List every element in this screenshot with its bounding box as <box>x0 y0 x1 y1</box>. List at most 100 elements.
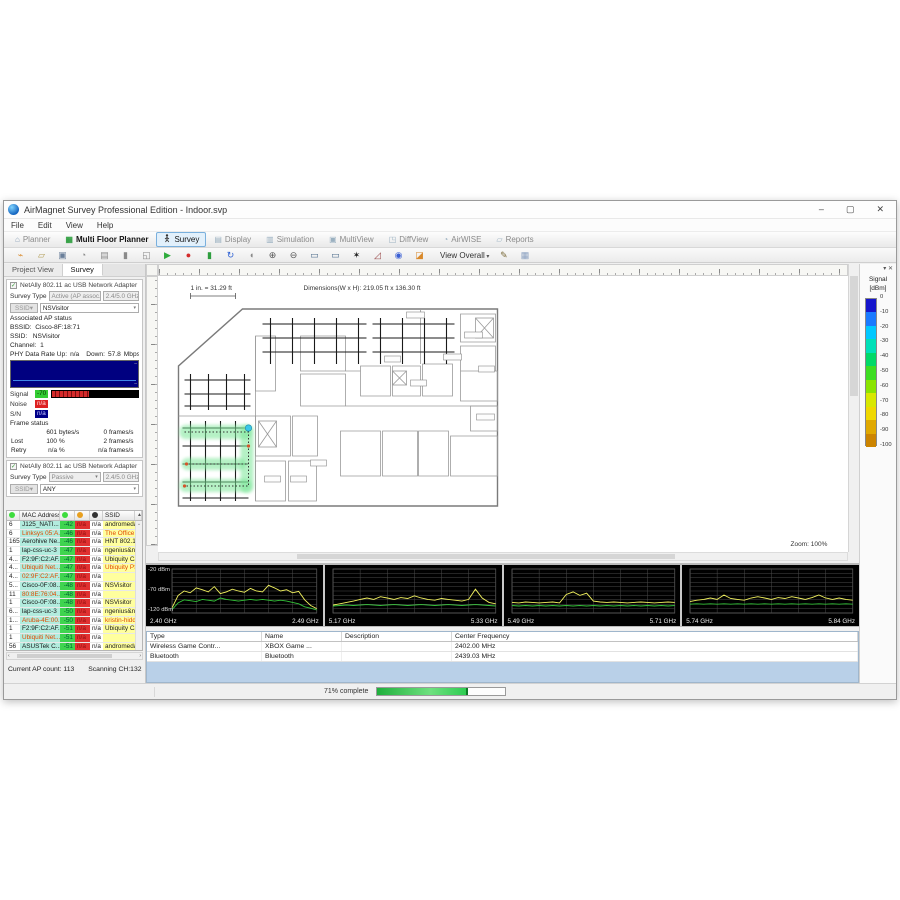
interferer-column-header[interactable]: Type <box>147 632 262 641</box>
left-panel-tab-survey[interactable]: Survey <box>63 264 103 276</box>
legend-color-segment <box>866 353 876 366</box>
window-layout-icon[interactable]: ▦ <box>514 249 535 262</box>
floorplan-canvas[interactable]: 1 in. = 31.29 ft Dimensions(W x H): 219.… <box>158 276 848 552</box>
zoom-out-icon[interactable]: ⊖ <box>283 249 304 262</box>
table-row[interactable]: 6...lap-css-uc-3-50n/an/angenius&nsfter <box>7 608 142 617</box>
target-icon[interactable]: ◉ <box>388 249 409 262</box>
survey-type-select[interactable]: Active (AP assoc.)▾ <box>49 291 101 301</box>
tab-display[interactable]: ▤Display <box>207 233 258 246</box>
configure-wrench-icon[interactable]: ⌁ <box>10 249 31 262</box>
table-row[interactable]: 1F2:9F:C2:AF...-51n/an/aUbiquity Captive… <box>7 625 142 634</box>
table-row[interactable]: 1lap-css-uc-3-47n/an/angenius&nsfter <box>7 547 142 556</box>
left-panel-tab-project-view[interactable]: Project View <box>4 264 63 276</box>
adapter2-checkbox[interactable]: ✓ <box>10 463 17 470</box>
stop-record-icon[interactable]: ● <box>178 249 199 262</box>
tab-multiview[interactable]: ▣MultiView <box>322 233 381 246</box>
menu-edit[interactable]: Edit <box>31 221 59 230</box>
display-mode-icon[interactable]: ▭ <box>304 249 325 262</box>
table-row[interactable]: 6J125_NATI...-42n/an/aandromeda 2g <box>7 521 142 530</box>
legend-tick: -30 <box>880 338 888 344</box>
interferer-column-header[interactable]: Center Frequency <box>452 632 858 641</box>
simulation-icon: ▥ <box>266 235 274 244</box>
spectrum-chart-2: 5.17 GHz5.33 GHz <box>325 565 504 626</box>
sort-arrow-icon[interactable]: ▲ <box>135 511 142 520</box>
menu-view[interactable]: View <box>59 221 90 230</box>
tab-simulation[interactable]: ▥Simulation <box>259 233 321 246</box>
menu-file[interactable]: File <box>4 221 31 230</box>
chart-icon[interactable]: ◿ <box>367 249 388 262</box>
ap-table-header[interactable]: MAC Address SSID ▲ <box>7 511 142 521</box>
display-mode-2-icon[interactable]: ▭ <box>325 249 346 262</box>
adapter1-group: ✓ NetAlly 802.11 ac USB Network Adapter … <box>6 279 143 458</box>
tab-reports[interactable]: ▱Reports <box>489 233 540 246</box>
frame-value: 601 <box>32 428 58 437</box>
resize-icon[interactable]: ◱ <box>136 249 157 262</box>
floorplan-horizontal-scrollbar[interactable] <box>158 552 848 561</box>
table-row[interactable]: 1Cisco-0F:08...-48n/an/aNSVisitor <box>7 599 142 608</box>
interferer-table-header[interactable]: TypeNameDescriptionCenter Frequency <box>147 632 858 642</box>
walkabout-icon[interactable]: ✶ <box>346 249 367 262</box>
maximize-button[interactable]: ▢ <box>846 204 855 215</box>
interferer-row[interactable]: BluetoothBluetooth2439.03 MHz <box>147 652 858 662</box>
ssid2-select[interactable]: ANY▾ <box>40 484 139 494</box>
table-row[interactable]: 1...Aruba-4E:00...-50n/an/akristin-hidde… <box>7 617 142 626</box>
ssid-column-header[interactable]: SSID <box>103 511 135 520</box>
interferer-column-header[interactable]: Description <box>342 632 452 641</box>
band2-select[interactable]: 2.4/5.0 GHz▾ <box>103 472 139 482</box>
adapter1-checkbox[interactable]: ✓ <box>10 282 17 289</box>
table-row[interactable]: 4...02:9F:C2:AF...-47n/an/a <box>7 573 142 582</box>
table-row[interactable]: 56ASUSTek C...-51n/an/aandromeda 5g <box>7 643 142 651</box>
signal-icon[interactable]: ◖ <box>241 249 262 262</box>
interferer-type-cell: Wireless Game Contr... <box>147 642 262 651</box>
ssid2-button[interactable]: SSID ▾ <box>10 484 38 494</box>
band-select[interactable]: 2.4/5.0 GHz▾ <box>103 291 139 301</box>
menu-help[interactable]: Help <box>90 221 120 230</box>
close-button[interactable]: ✕ <box>876 204 884 215</box>
table-row[interactable]: 1180:8E:76:04...-48n/an/a <box>7 591 142 600</box>
tab-diffview[interactable]: ◳DiffView <box>382 233 436 246</box>
legend-close-icon[interactable]: ✕ <box>888 266 893 272</box>
table-row[interactable]: 5...Cisco-0F:08...-48n/an/aNSVisitor <box>7 582 142 591</box>
survey-type2-select[interactable]: Passive▾ <box>49 472 101 482</box>
table-row[interactable]: 6Linksys 05:A...-46n/an/aThe Office Netw… <box>7 530 142 539</box>
mac-column-header[interactable]: MAC Address <box>20 511 60 520</box>
frame-unit: % <box>58 446 86 455</box>
phy-unit: Mbps <box>124 351 139 358</box>
ap-table-horizontal-scrollbar[interactable]: ‹› <box>6 652 143 660</box>
multi-floor-planner-icon: ▦ <box>65 235 73 244</box>
image-icon[interactable]: ◪ <box>409 249 430 262</box>
ssid-select[interactable]: NSVisitor▾ <box>40 303 139 313</box>
table-row[interactable]: 4...Ubiquiti Net...-47n/an/aUbiquity PSK <box>7 564 142 573</box>
table-row[interactable]: 165Aerohive Ne...-46n/an/aHNT 802.11ax <box>7 538 142 547</box>
zoom-in-icon[interactable]: ⊕ <box>262 249 283 262</box>
minimize-button[interactable]: – <box>819 204 824 215</box>
frame-row-label <box>10 428 32 437</box>
clock-icon[interactable]: ◔ <box>73 249 94 262</box>
attach-icon[interactable]: ▮ <box>115 249 136 262</box>
ap-sn-cell: n/a <box>90 625 103 633</box>
legend-collapse-icon[interactable]: ▾ <box>883 266 886 272</box>
start-survey-icon[interactable]: ▶ <box>157 249 178 262</box>
ap-ssid-cell: kristin-hidden <box>103 617 135 625</box>
interferer-row[interactable]: Wireless Game Contr...XBOX Game ...2402.… <box>147 642 858 652</box>
tab-planner[interactable]: ⌂Planner <box>8 233 57 246</box>
ap-table-vertical-scrollbar[interactable]: ⌄ <box>135 521 142 650</box>
floorplan-vertical-scrollbar[interactable] <box>848 264 859 552</box>
ap-mac-cell: ASUSTek C... <box>20 643 60 651</box>
view-overall-dropdown[interactable]: View Overall ▾ <box>436 251 493 260</box>
table-row[interactable]: 4...F2:9F:C2:AF...-47n/an/aUbiquity Capt… <box>7 556 142 565</box>
annotate-icon[interactable]: ✎ <box>493 249 514 262</box>
open-project-icon[interactable]: ▱ <box>31 249 52 262</box>
save-icon[interactable]: ▣ <box>52 249 73 262</box>
print-icon[interactable]: ▤ <box>94 249 115 262</box>
tab-airwise[interactable]: ◔AirWISE <box>436 233 488 246</box>
table-row[interactable]: 1Ubiquiti Net...-51n/an/a <box>7 634 142 643</box>
ap-sn-cell: n/a <box>90 521 103 529</box>
data-file-icon[interactable]: ▮ <box>199 249 220 262</box>
multiview-icon: ▣ <box>329 235 337 244</box>
ssid-button[interactable]: SSID ▾ <box>10 303 38 313</box>
refresh-icon[interactable]: ↻ <box>220 249 241 262</box>
interferer-column-header[interactable]: Name <box>262 632 342 641</box>
tab-multi-floor-planner[interactable]: ▦Multi Floor Planner <box>58 233 155 246</box>
tab-survey[interactable]: Survey <box>156 232 206 247</box>
